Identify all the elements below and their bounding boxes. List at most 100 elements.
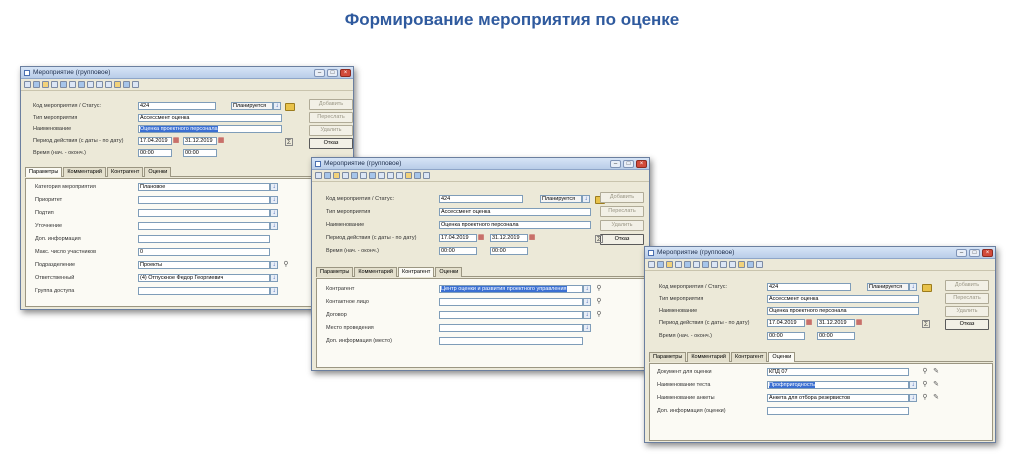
tab-assessments[interactable]: Оценки	[768, 352, 796, 362]
time-from-field[interactable]: 00:00	[439, 247, 477, 255]
lookup-arrow-icon[interactable]: ↓	[583, 298, 591, 306]
date-from-field[interactable]: 17.04.2019	[767, 319, 805, 327]
calendar-icon[interactable]: ▦	[528, 234, 536, 242]
save-icon[interactable]	[405, 172, 412, 179]
next-icon[interactable]	[96, 81, 103, 88]
assessment-field[interactable]: Анкета для отбора резервистов	[767, 394, 909, 402]
lookup-arrow-icon[interactable]: ↓	[270, 261, 278, 269]
close-icon[interactable]: ×	[636, 159, 647, 168]
type-field[interactable]: Ассессмент оценка	[138, 114, 282, 122]
date-to-field[interactable]: 31.12.2019	[490, 234, 528, 242]
param-field[interactable]	[138, 209, 270, 217]
add-button[interactable]: Добавить	[600, 192, 644, 203]
attach-icon[interactable]	[747, 261, 754, 268]
calendar-icon[interactable]: ▦	[172, 137, 180, 145]
search-icon[interactable]: ⚲	[595, 285, 603, 293]
lookup-arrow-icon[interactable]: ↓	[273, 102, 281, 110]
search-icon[interactable]: ⚲	[921, 381, 929, 389]
time-to-field[interactable]: 00:00	[490, 247, 528, 255]
param-field[interactable]	[138, 222, 270, 230]
type-field[interactable]: Ассессмент оценка	[439, 208, 591, 216]
code-field[interactable]: 424	[138, 102, 216, 110]
last-icon[interactable]	[729, 261, 736, 268]
minimize-icon[interactable]: –	[610, 159, 621, 168]
resend-button[interactable]: Переслать	[309, 112, 353, 123]
print-icon[interactable]	[360, 172, 367, 179]
param-field[interactable]: (4) Отпускное Федор Георгиевич	[138, 274, 270, 282]
lookup-arrow-icon[interactable]: ↓	[270, 183, 278, 191]
param-field[interactable]	[138, 196, 270, 204]
tab-comment[interactable]: Комментарий	[63, 167, 106, 177]
copy-icon[interactable]	[666, 261, 673, 268]
lookup-arrow-icon[interactable]: ↓	[909, 394, 917, 402]
date-from-field[interactable]: 17.04.2019	[138, 137, 172, 145]
cut-icon[interactable]	[657, 261, 664, 268]
contractor-field[interactable]	[439, 324, 583, 332]
first-icon[interactable]	[78, 81, 85, 88]
help-icon[interactable]	[756, 261, 763, 268]
status-field[interactable]: Планируется	[867, 283, 909, 291]
date-to-field[interactable]: 31.12.2019	[817, 319, 855, 327]
maximize-icon[interactable]: □	[623, 159, 634, 168]
copy-icon[interactable]	[42, 81, 49, 88]
first-icon[interactable]	[702, 261, 709, 268]
resend-button[interactable]: Переслать	[600, 206, 644, 217]
new-icon[interactable]	[24, 81, 31, 88]
paste-icon[interactable]	[342, 172, 349, 179]
lookup-arrow-icon[interactable]: ↓	[583, 285, 591, 293]
edit-icon[interactable]: ✎	[932, 368, 940, 376]
contractor-field[interactable]	[439, 337, 583, 345]
name-field[interactable]: Оценка проектного персонала	[138, 125, 282, 133]
lookup-arrow-icon[interactable]: ↓	[270, 196, 278, 204]
next-icon[interactable]	[387, 172, 394, 179]
copy-icon[interactable]	[333, 172, 340, 179]
param-field[interactable]	[138, 235, 270, 243]
delete-button[interactable]: Удалить	[309, 125, 353, 136]
tab-contractor[interactable]: Контрагент	[730, 352, 768, 362]
code-field[interactable]: 424	[439, 195, 523, 203]
lookup-arrow-icon[interactable]: ↓	[270, 209, 278, 217]
undo-icon[interactable]	[351, 172, 358, 179]
time-to-field[interactable]: 00:00	[817, 332, 855, 340]
cut-icon[interactable]	[324, 172, 331, 179]
name-field[interactable]: Оценка проектного персонала	[439, 221, 591, 229]
prev-icon[interactable]	[87, 81, 94, 88]
tab-contractor[interactable]: Контрагент	[397, 267, 435, 277]
cut-icon[interactable]	[33, 81, 40, 88]
new-icon[interactable]	[315, 172, 322, 179]
param-field[interactable]: Плановое	[138, 183, 270, 191]
type-field[interactable]: Ассессмент оценка	[767, 295, 919, 303]
delete-button[interactable]: Удалить	[600, 220, 644, 231]
search-icon[interactable]: ⚲	[921, 368, 929, 376]
folder-icon[interactable]	[285, 103, 295, 111]
assessment-field[interactable]	[767, 407, 909, 415]
lookup-arrow-icon[interactable]: ↓	[270, 222, 278, 230]
status-field[interactable]: Планируется	[231, 102, 273, 110]
close-icon[interactable]: ×	[982, 248, 993, 257]
tab-contractor[interactable]: Контрагент	[106, 167, 144, 177]
edit-icon[interactable]: ✎	[932, 381, 940, 389]
calendar-icon[interactable]: ▦	[855, 319, 863, 327]
edit-icon[interactable]: ✎	[932, 394, 940, 402]
minimize-icon[interactable]: –	[956, 248, 967, 257]
lookup-arrow-icon[interactable]: ↓	[583, 311, 591, 319]
add-button[interactable]: Добавить	[945, 280, 989, 291]
contractor-field[interactable]	[439, 311, 583, 319]
lookup-arrow-icon[interactable]: ↓	[582, 195, 590, 203]
tab-parameters[interactable]: Параметры	[25, 167, 63, 177]
last-icon[interactable]	[396, 172, 403, 179]
assessment-field[interactable]: КПД 07	[767, 368, 909, 376]
param-field[interactable]: 0	[138, 248, 270, 256]
save-icon[interactable]	[738, 261, 745, 268]
date-from-field[interactable]: 17.04.2019	[439, 234, 477, 242]
calendar-icon[interactable]: ▦	[217, 137, 225, 145]
code-field[interactable]: 424	[767, 283, 851, 291]
sigma-icon[interactable]: Σ	[922, 320, 930, 328]
name-field[interactable]: Оценка проектного персонала	[767, 307, 919, 315]
calendar-icon[interactable]: ▦	[477, 234, 485, 242]
resend-button[interactable]: Переслать	[945, 293, 989, 304]
tab-assessments[interactable]: Оценки	[144, 167, 172, 177]
cancel-button[interactable]: Отказ	[309, 138, 353, 149]
lookup-arrow-icon[interactable]: ↓	[909, 381, 917, 389]
maximize-icon[interactable]: □	[327, 68, 338, 77]
